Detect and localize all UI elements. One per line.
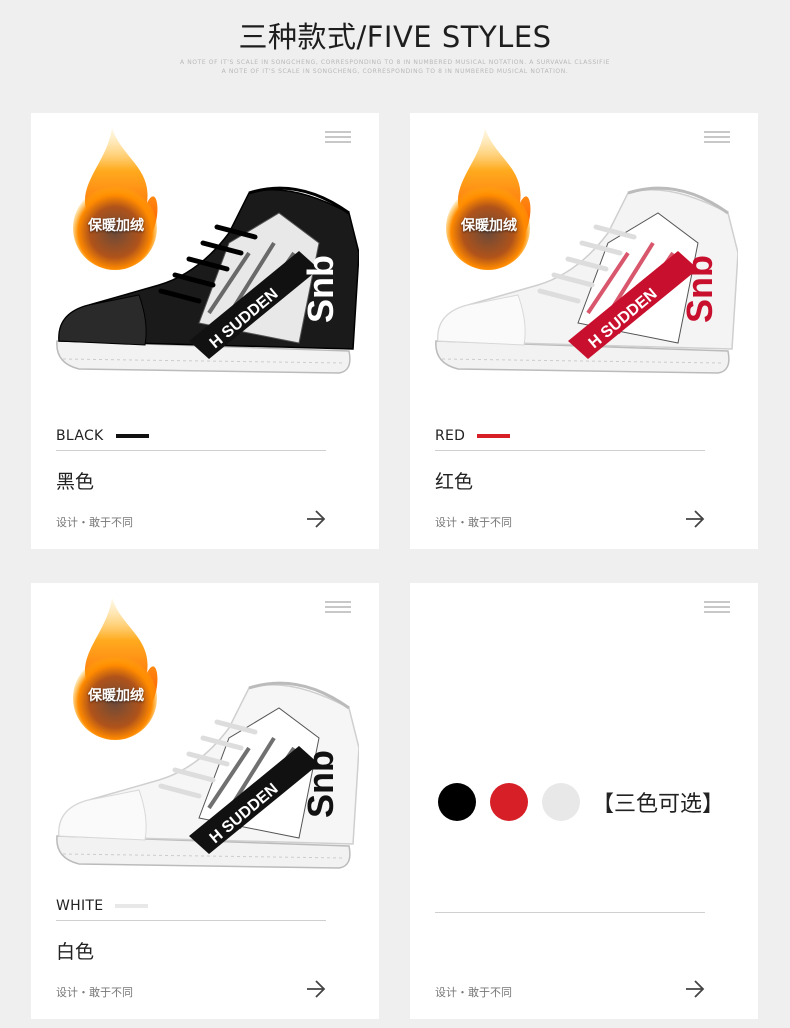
menu-icon[interactable] — [325, 131, 351, 143]
tagline: 设计・敢于不同 — [435, 986, 512, 999]
warm-fleece-badge: 保暖加绒 — [57, 123, 177, 273]
svg-text:Snb: Snb — [300, 255, 341, 323]
tagline: 设计・敢于不同 — [56, 516, 133, 529]
swatch-white[interactable] — [542, 783, 580, 821]
flame-ball-icon — [73, 598, 158, 740]
section-header: 三种款式/FIVE STYLES A NOTE OF IT'S SCALE IN… — [0, 0, 790, 100]
product-card-white[interactable]: H SUDDEN Snb 保暖加绒 WHITE 白色 设计・敢于不同 — [31, 583, 379, 1019]
color-name-en: RED — [435, 428, 466, 444]
color-row: RED — [435, 426, 511, 446]
arrow-right-icon[interactable] — [684, 979, 706, 999]
menu-icon[interactable] — [325, 601, 351, 613]
tagline: 设计・敢于不同 — [435, 516, 512, 529]
product-card-black[interactable]: H SUDDEN Snb 保暖加绒 BLACK 黑色 设计・敢于不同 — [31, 113, 379, 549]
divider — [435, 912, 705, 913]
divider — [435, 450, 705, 451]
svg-text:Snb: Snb — [679, 255, 720, 323]
color-name-en: WHITE — [56, 898, 104, 914]
color-name-cn: 黑色 — [56, 471, 95, 493]
three-colors-note: 【三色可选】 — [592, 792, 725, 817]
warm-fleece-label: 保暖加绒 — [461, 218, 517, 234]
color-swatches: 【三色可选】 — [438, 783, 724, 821]
color-bar — [115, 434, 149, 438]
warm-fleece-label: 保暖加绒 — [88, 688, 144, 704]
arrow-right-icon[interactable] — [684, 509, 706, 529]
color-name-cn: 白色 — [56, 941, 95, 963]
warm-fleece-badge: 保暖加绒 — [57, 593, 177, 743]
product-card-red[interactable]: H SUDDEN Snb 保暖加绒 RED 红色 设计・敢于不同 — [410, 113, 758, 549]
color-row: WHITE — [56, 896, 149, 916]
flame-ball-icon — [446, 128, 531, 270]
color-name-cn: 红色 — [435, 471, 474, 493]
section-subline-1: A NOTE OF IT'S SCALE IN SONGCHENG, CORRE… — [180, 59, 610, 66]
swatch-red[interactable] — [490, 783, 528, 821]
arrow-right-icon[interactable] — [305, 509, 327, 529]
color-name-en: BLACK — [56, 428, 104, 444]
section-subline-2: A NOTE OF IT'S SCALE IN SONGCHENG, CORRE… — [221, 68, 569, 75]
color-row: BLACK — [56, 426, 149, 446]
color-bar — [477, 434, 511, 438]
arrow-right-icon[interactable] — [305, 979, 327, 999]
menu-icon[interactable] — [704, 601, 730, 613]
flame-ball-icon — [73, 128, 158, 270]
tagline: 设计・敢于不同 — [56, 986, 133, 999]
warm-fleece-label: 保暖加绒 — [88, 218, 144, 234]
color-options-card[interactable]: 【三色可选】 设计・敢于不同 — [410, 583, 758, 1019]
menu-icon[interactable] — [704, 131, 730, 143]
divider — [56, 450, 326, 451]
divider — [56, 920, 326, 921]
svg-text:Snb: Snb — [300, 750, 341, 818]
section-title: 三种款式/FIVE STYLES — [238, 20, 552, 54]
warm-fleece-badge: 保暖加绒 — [430, 123, 550, 273]
swatch-black[interactable] — [438, 783, 476, 821]
color-bar — [115, 904, 149, 908]
